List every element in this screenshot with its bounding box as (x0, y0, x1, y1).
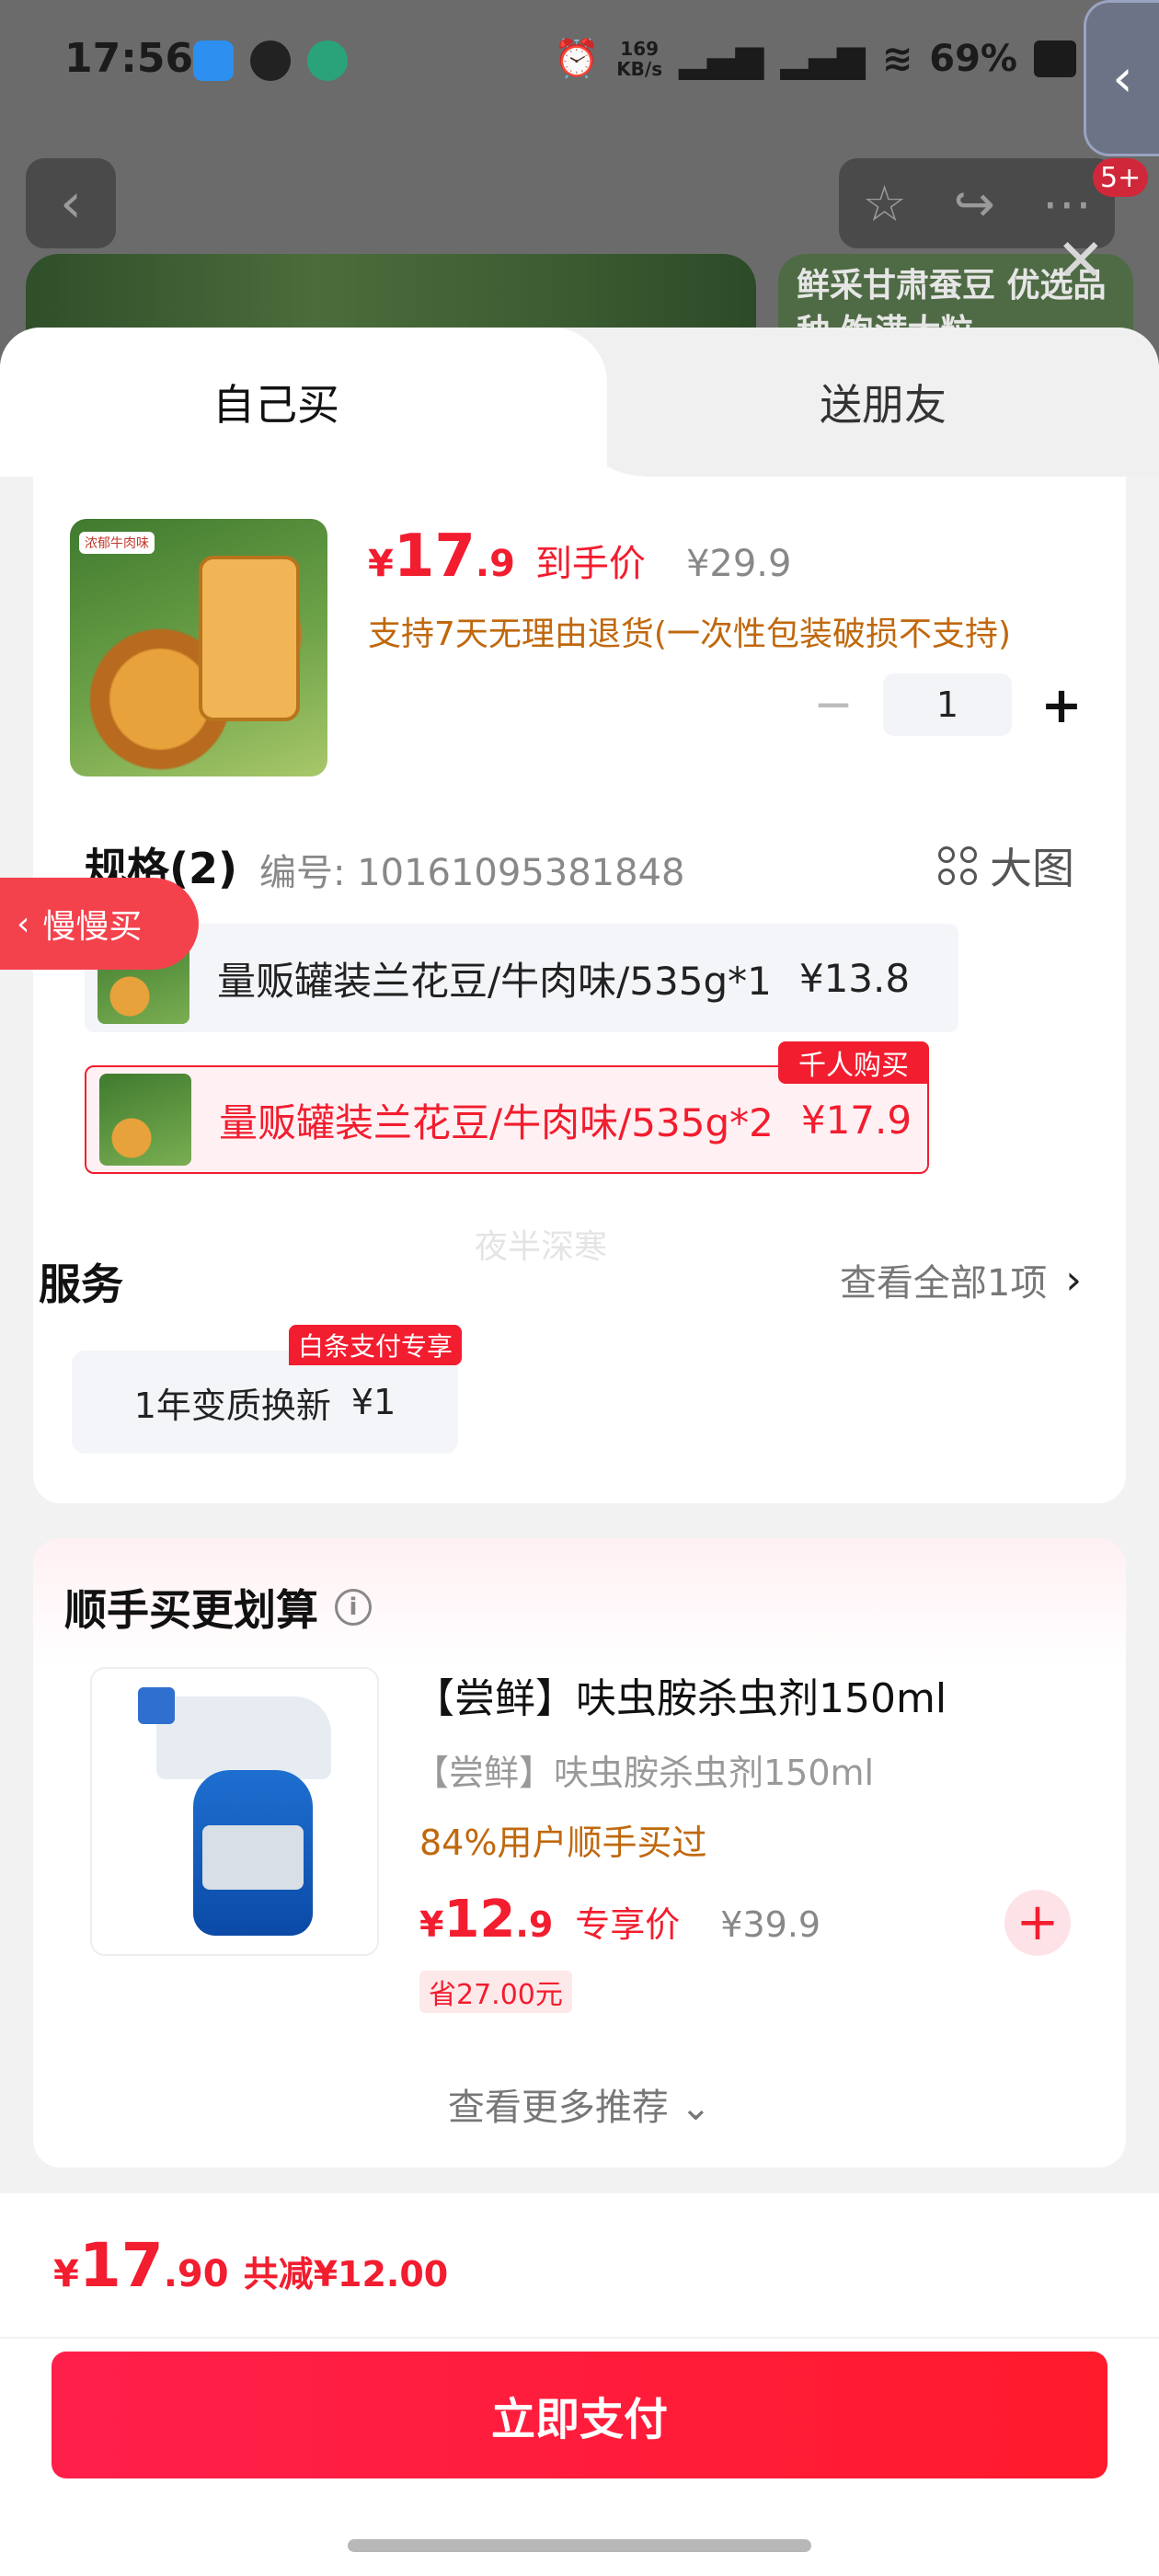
pay-now-button[interactable]: 立即支付 (52, 2352, 1107, 2478)
spec-thumb (99, 1074, 191, 1166)
total-price: ¥ 17 .90 共减¥12.00 (53, 2230, 448, 2301)
tab-gift-friend[interactable]: 送朋友 (607, 328, 1159, 477)
more-icon[interactable]: ⋯ (1042, 175, 1092, 233)
big-image-label: 大图 (990, 844, 1074, 893)
addon-price-row: ¥ 12 .9 专享价 ¥39.9 (419, 1890, 820, 1949)
spec-option-price: ¥13.8 (798, 955, 911, 1001)
wifi-icon: ≋ (881, 37, 913, 80)
slow-buy-floating-button[interactable]: ‹ 慢慢买 (0, 878, 199, 970)
addon-product-image[interactable] (90, 1667, 379, 1956)
service-option-name: 1年变质换新 (133, 1385, 331, 1426)
alarm-icon: ⏰ (554, 38, 601, 80)
grid-icon (938, 846, 977, 885)
watermark: 夜半深寒 (475, 1228, 608, 1266)
sprayer-label (202, 1825, 304, 1890)
addon-price-label: 专享价 (575, 1904, 681, 1945)
share-icon[interactable]: ↪ (954, 175, 995, 233)
tab-buy-for-self[interactable]: 自己买 (0, 328, 644, 477)
addon-price-integer: 12 (443, 1890, 516, 1949)
battery-icon (1034, 40, 1076, 77)
addon-product-name[interactable]: 【尝鲜】呋虫胺杀虫剂150ml (414, 1665, 947, 1724)
sprayer-cap (138, 1687, 175, 1724)
message-badge: 5+ (1093, 158, 1149, 197)
signal-icon: ▂▄▆ (679, 37, 764, 80)
big-image-button[interactable]: 大图 (938, 835, 1074, 896)
network-speed: 169 KB/s (616, 37, 663, 80)
spec-option-name: 量贩罐装兰花豆/牛肉味/535g*2 (219, 1099, 774, 1145)
addon-save-badge: 省27.00元 (419, 1971, 572, 2013)
addon-product-subtitle: 【尝鲜】呋虫胺杀虫剂150ml (414, 1753, 875, 1793)
service-option[interactable]: 1年变质换新 ¥1 (72, 1351, 458, 1454)
addon-price-currency: ¥ (419, 1904, 444, 1945)
battery-text: 69% (929, 37, 1017, 80)
home-indicator[interactable] (348, 2539, 811, 2552)
chevron-right-icon: › (1065, 1256, 1082, 1304)
total-currency: ¥ (53, 2253, 79, 2295)
chevron-left-icon: ‹ (17, 904, 30, 943)
status-app-icons (193, 40, 348, 81)
addon-price-decimal: .9 (515, 1904, 554, 1945)
service-option-price: ¥1 (350, 1382, 396, 1422)
close-icon[interactable]: ✕ (1056, 232, 1106, 291)
footer-divider (0, 2337, 1159, 2339)
status-right: ⏰ 169 KB/s ▂▄▆ ▂▄▆ ≋ 69% (554, 37, 1076, 80)
app-notification-icon (193, 40, 234, 81)
service-title: 服务 (39, 1259, 123, 1309)
total-saving: 共减¥12.00 (243, 2254, 449, 2294)
spec-option-1[interactable]: 量贩罐装兰花豆/牛肉味/535g*1 ¥13.8 (85, 924, 958, 1032)
service-view-all[interactable]: 查看全部1项 › (840, 1253, 1082, 1306)
spec-option-price: ¥17.9 (800, 1097, 912, 1143)
sprayer-nozzle (156, 1696, 331, 1779)
purchase-tabs: 自己买 送朋友 (0, 328, 1159, 477)
hot-buy-badge: 千人购买 (778, 1041, 929, 1084)
addon-title: 顺手买更划算 i (64, 1577, 372, 1638)
star-icon[interactable]: ☆ (862, 175, 906, 233)
service-view-all-label: 查看全部1项 (839, 1262, 1048, 1305)
signal-icon-2: ▂▄▆ (780, 37, 866, 80)
spec-section: 规格(2) 编号: 10161095381848 大图 量贩罐装兰花豆/牛肉味/… (33, 477, 1126, 1503)
edge-panel-handle[interactable]: ‹ (1084, 0, 1159, 156)
addon-title-text: 顺手买更划算 (64, 1585, 318, 1635)
total-integer: 17 (78, 2230, 164, 2301)
slow-buy-label: 慢慢买 (42, 908, 143, 946)
plus-icon[interactable]: + (1004, 1890, 1071, 1956)
handshake-icon (250, 40, 291, 81)
back-icon[interactable]: ‹ (26, 158, 116, 248)
addon-original-price: ¥39.9 (720, 1904, 821, 1945)
status-bar: 17:56 ⏰ 169 KB/s ▂▄▆ ▂▄▆ ≋ 69% (0, 0, 1159, 125)
spec-code: 编号: 10161095381848 (259, 852, 685, 894)
info-icon[interactable]: i (335, 1589, 372, 1626)
addon-buyers-note: 84%用户顺手买过 (419, 1823, 707, 1863)
more-recommendations-button[interactable]: 查看更多推荐 ⌄ (0, 2077, 1159, 2131)
service-badge: 白条支付专享 (289, 1325, 463, 1365)
spec-option-name: 量贩罐装兰花豆/牛肉味/535g*1 (217, 958, 772, 1004)
avatar-notification-icon (307, 40, 348, 81)
status-time: 17:56 (64, 35, 194, 82)
total-decimal: .90 (163, 2253, 229, 2295)
